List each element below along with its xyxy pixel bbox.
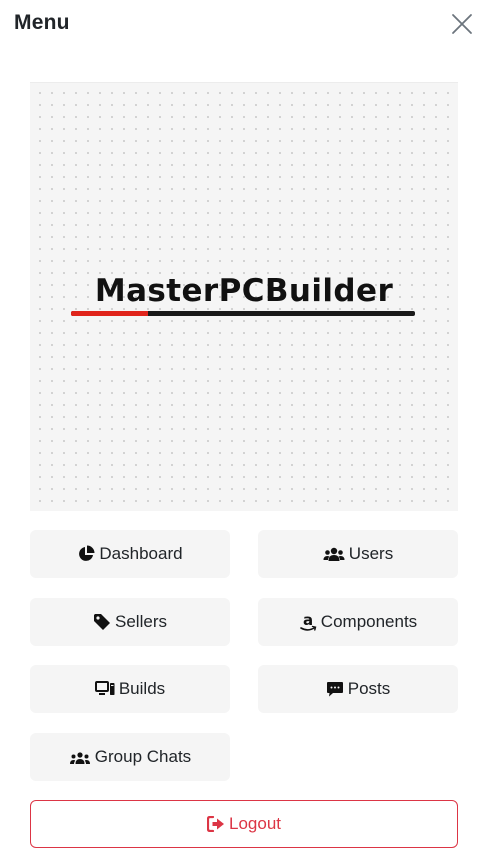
svg-text:a: a	[303, 612, 313, 629]
components-button[interactable]: a Components	[258, 598, 458, 646]
computer-icon	[94, 681, 115, 697]
menu-header: Menu	[0, 0, 491, 56]
chart-pie-icon	[77, 545, 95, 563]
tag-icon	[93, 613, 111, 631]
sellers-label: Sellers	[115, 612, 167, 631]
brand-logo: MasterPCBuilder	[94, 273, 394, 309]
close-icon	[452, 14, 472, 34]
users-button[interactable]: Users	[258, 530, 458, 578]
logo-panel: MasterPCBuilder	[30, 82, 458, 511]
amazon-icon: a	[299, 612, 317, 632]
logo-underline	[71, 311, 415, 316]
menu-title: Menu	[14, 11, 70, 34]
builds-button[interactable]: Builds	[30, 665, 230, 713]
users-icon	[323, 546, 345, 562]
builds-label: Builds	[118, 679, 166, 698]
dashboard-label: Dashboard	[99, 544, 183, 563]
dashboard-button[interactable]: Dashboard	[30, 530, 230, 578]
sign-out-icon	[207, 816, 225, 832]
people-group-icon	[69, 749, 91, 765]
users-label: Users	[348, 544, 394, 563]
logout-label: Logout	[229, 814, 281, 833]
logo-underline-accent	[71, 311, 148, 316]
components-label: Components	[320, 612, 418, 631]
sellers-button[interactable]: Sellers	[30, 598, 230, 646]
posts-label: Posts	[347, 679, 391, 698]
logout-button[interactable]: Logout	[30, 800, 458, 848]
comment-icon	[326, 680, 344, 698]
group-chats-button[interactable]: Group Chats	[30, 733, 230, 781]
close-button[interactable]	[448, 10, 476, 38]
posts-button[interactable]: Posts	[258, 665, 458, 713]
group-chats-label: Group Chats	[94, 747, 192, 766]
